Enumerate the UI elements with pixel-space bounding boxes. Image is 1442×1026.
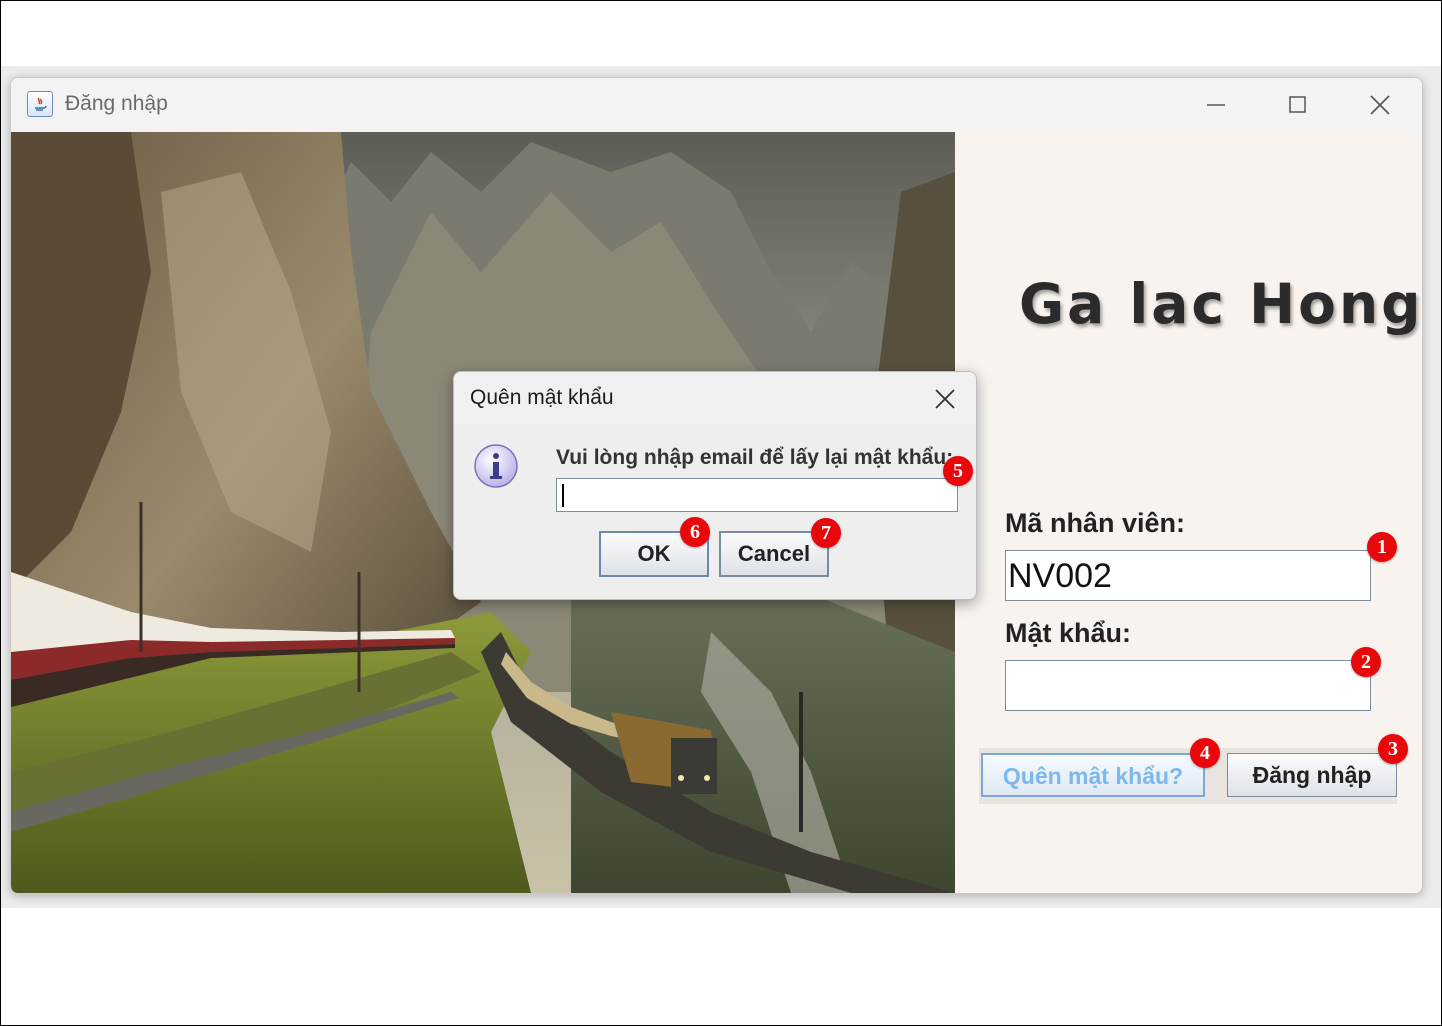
forgot-password-button[interactable]: Quên mật khẩu? [981, 753, 1205, 797]
info-icon [472, 442, 520, 490]
annotation-badge-1: 1 [1367, 532, 1397, 562]
brand-title: Ga lac Hong [1019, 272, 1423, 336]
maximize-icon [1289, 96, 1306, 113]
close-icon [1370, 95, 1390, 115]
java-app-icon [27, 91, 53, 117]
button-row: Quên mật khẩu? Đăng nhập [979, 748, 1397, 804]
login-panel: Ga lac Hong Mã nhân viên: NV002 Mật khẩu… [955, 132, 1422, 893]
dialog-body: Vui lòng nhập email để lấy lại mật khẩu:… [454, 424, 976, 599]
text-caret [562, 484, 564, 507]
annotation-badge-4: 4 [1190, 738, 1220, 768]
dialog-title-bar: Quên mật khẩu [454, 372, 976, 424]
login-button[interactable]: Đăng nhập [1227, 753, 1397, 797]
close-button[interactable] [1345, 86, 1415, 124]
email-input[interactable] [556, 478, 958, 512]
dialog-title: Quên mật khẩu [470, 386, 614, 409]
dialog-message: Vui lòng nhập email để lấy lại mật khẩu: [556, 446, 954, 469]
forgot-password-dialog: Quên mật khẩu Vui lòng nhập email để lấy… [453, 371, 977, 600]
title-bar: Đăng nhập [11, 78, 1422, 132]
close-icon [935, 389, 955, 409]
employee-id-label: Mã nhân viên: [1005, 508, 1186, 538]
employee-id-input[interactable]: NV002 [1005, 550, 1371, 601]
password-label: Mật khẩu: [1005, 618, 1132, 648]
maximize-button[interactable] [1263, 86, 1333, 124]
annotation-badge-3: 3 [1378, 734, 1408, 764]
password-input[interactable] [1005, 660, 1371, 711]
annotation-badge-6: 6 [680, 517, 710, 547]
annotation-badge-7: 7 [811, 518, 841, 548]
dialog-close-button[interactable] [930, 384, 960, 414]
minimize-icon [1207, 104, 1225, 106]
annotation-badge-5: 5 [943, 456, 973, 486]
window-title: Đăng nhập [65, 92, 168, 115]
minimize-button[interactable] [1181, 86, 1251, 124]
annotation-badge-2: 2 [1351, 647, 1381, 677]
